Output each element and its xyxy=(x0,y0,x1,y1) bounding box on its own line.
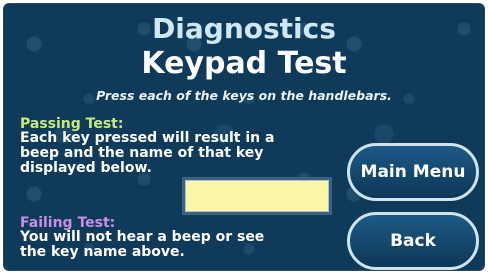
failing-line-2: the key name above. xyxy=(20,244,185,260)
back-button[interactable]: Back xyxy=(347,212,479,270)
failing-line-1: You will not hear a beep or see xyxy=(20,229,265,245)
passing-test-description: Each key pressed will result in a beep a… xyxy=(20,131,340,176)
passing-line-2: beep and the name of that key xyxy=(20,145,264,161)
failing-test-description: You will not hear a beep or see the key … xyxy=(20,230,340,260)
page-subtitle: Keypad Test xyxy=(141,46,347,81)
key-name-display xyxy=(182,177,332,215)
passing-line-3: displayed below. xyxy=(20,160,152,176)
passing-line-1: Each key pressed will result in a xyxy=(20,130,275,146)
page-title: Diagnostics xyxy=(152,12,336,45)
instructions-text: Press each of the keys on the handlebars… xyxy=(96,88,392,103)
diagnostics-screen: Diagnostics Keypad Test Press each of th… xyxy=(3,3,485,271)
main-menu-button[interactable]: Main Menu xyxy=(347,143,479,201)
